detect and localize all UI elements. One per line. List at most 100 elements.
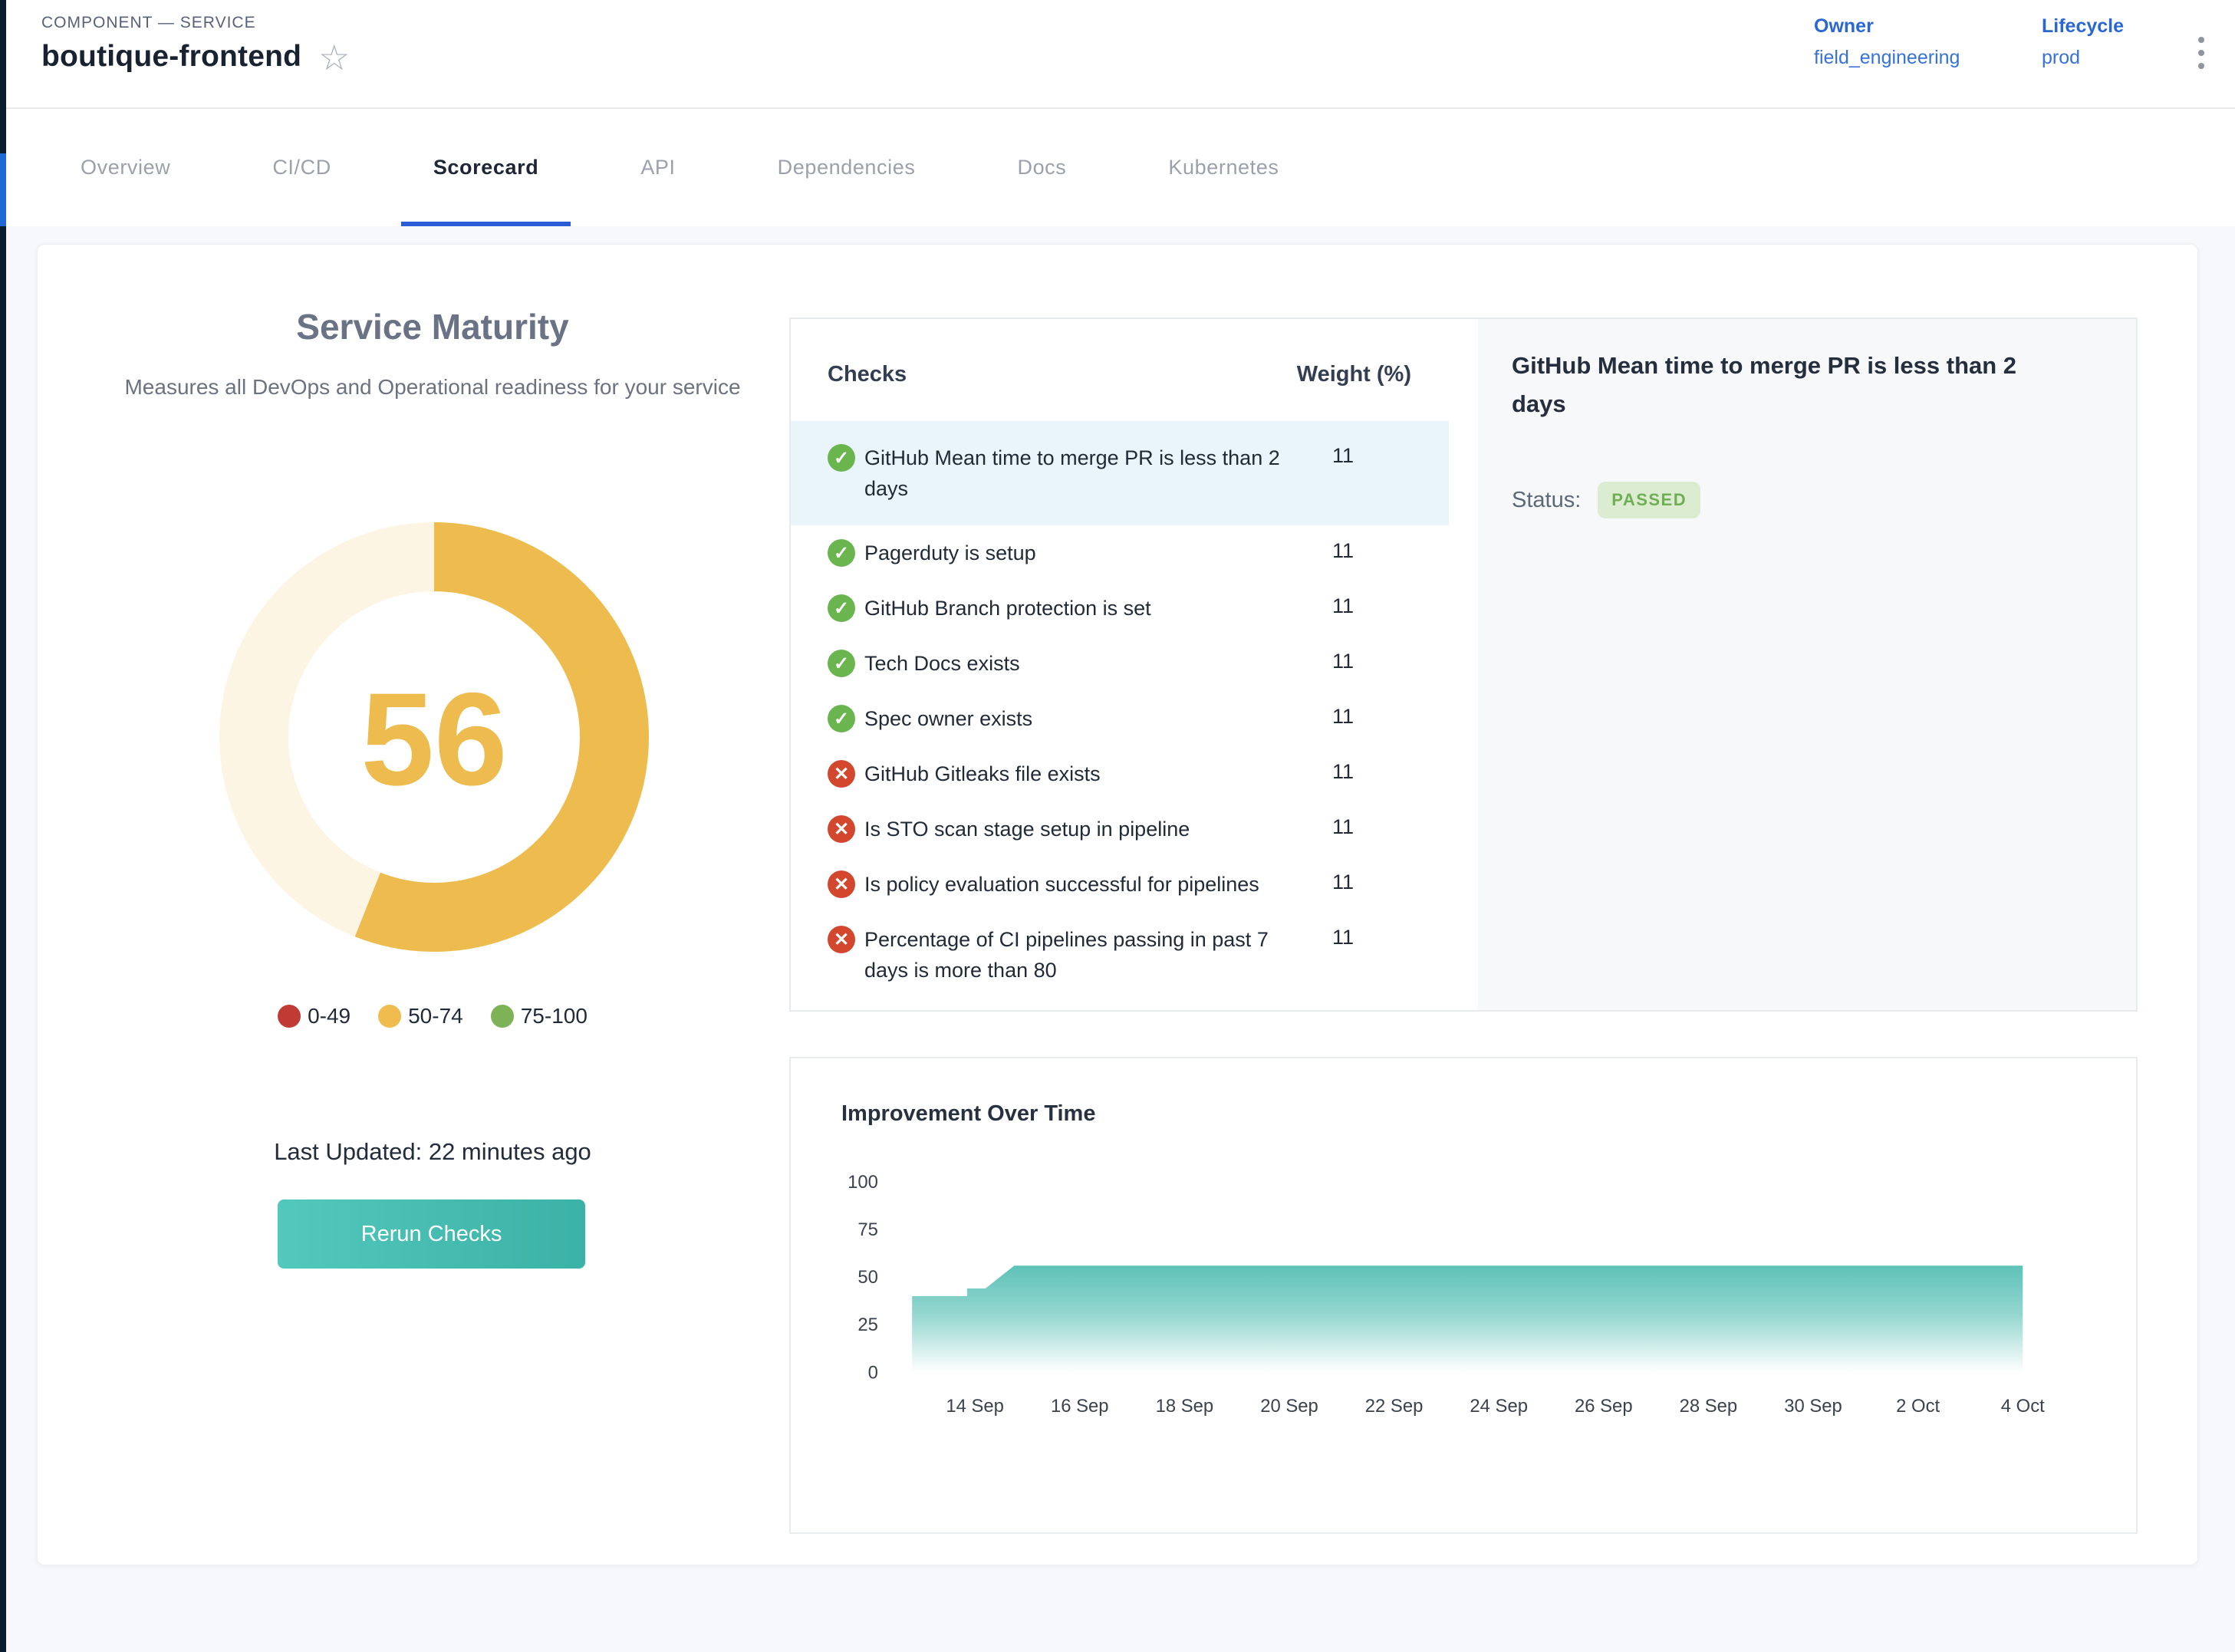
entity-header: COMPONENT — SERVICE boutique-frontend ☆ … — [6, 0, 2235, 109]
x-tick-label: 30 Sep — [1784, 1396, 1842, 1417]
y-tick-label: 50 — [857, 1267, 878, 1288]
check-row[interactable]: ✕ Percentage of CI pipelines passing in p… — [791, 912, 1449, 998]
check-failed-icon: ✕ — [828, 760, 855, 788]
legend-label: 50-74 — [408, 1004, 463, 1028]
x-tick-label: 26 Sep — [1575, 1396, 1633, 1417]
check-label: Tech Docs exists — [864, 648, 1303, 679]
x-tick-label: 4 Oct — [2001, 1396, 2045, 1417]
check-weight: 11 — [1332, 650, 1354, 673]
legend-item-0-49: 0-49 — [278, 1004, 351, 1028]
x-tick-label: 28 Sep — [1680, 1396, 1738, 1417]
legend-label: 75-100 — [521, 1004, 588, 1028]
x-tick-label: 24 Sep — [1470, 1396, 1528, 1417]
check-status-row: Status: PASSED — [1512, 482, 1700, 518]
check-detail-title: GitHub Mean time to merge PR is less tha… — [1512, 347, 2049, 423]
legend-item-50-74: 50-74 — [378, 1004, 463, 1028]
x-tick-label: 16 Sep — [1051, 1396, 1109, 1417]
check-row[interactable]: ✕GitHub Gitleaks file exists11 — [791, 746, 1449, 801]
lifecycle-label: Lifecycle — [2042, 15, 2124, 38]
last-updated-text: Last Updated: 22 minutes ago — [53, 1138, 812, 1166]
check-label: Is STO scan stage setup in pipeline — [864, 814, 1303, 844]
app-window: COMPONENT — SERVICE boutique-frontend ☆ … — [0, 0, 2235, 1652]
y-tick-label: 25 — [857, 1315, 878, 1335]
check-passed-icon: ✓ — [828, 444, 855, 472]
entity-title-row: boutique-frontend ☆ — [41, 38, 350, 75]
check-label: Is policy evaluation successful for pipe… — [864, 869, 1303, 900]
tab-docs[interactable]: Docs — [1017, 109, 1066, 226]
legend-item-75-100: 75-100 — [491, 1004, 588, 1028]
check-row[interactable]: ✕ Is STO scan stage setup in pipeline 11 — [791, 801, 1449, 857]
score-value: 56 — [360, 666, 507, 813]
check-passed-icon: ✓ — [828, 594, 855, 622]
tab-api[interactable]: API — [640, 109, 675, 226]
check-passed-icon: ✓ — [828, 650, 855, 677]
y-tick-label: 100 — [848, 1172, 878, 1193]
check-weight: 11 — [1332, 870, 1354, 894]
score-legend: 0-49 50-74 75-100 — [53, 1004, 812, 1028]
check-label: Spec owner exists — [864, 703, 1303, 734]
x-tick-label: 18 Sep — [1156, 1396, 1214, 1417]
check-weight: 11 — [1332, 926, 1354, 949]
check-row[interactable]: ✓ GitHub Branch protection is set 11 — [791, 581, 1449, 636]
check-row[interactable]: ✓ Tech Docs exists 11 — [791, 636, 1449, 691]
kebab-menu-icon[interactable] — [2194, 32, 2209, 74]
check-label: Pagerduty is setup — [864, 538, 1303, 568]
check-label: Percentage of CI pipelines passing in pa… — [864, 924, 1303, 986]
x-tick-label: 14 Sep — [946, 1396, 1004, 1417]
sidebar-scroll-indicator — [0, 153, 6, 226]
check-failed-icon: ✕ — [828, 815, 855, 843]
check-failed-icon: ✕ — [828, 870, 855, 898]
y-tick-label: 75 — [857, 1219, 878, 1240]
tab-kubernetes[interactable]: Kubernetes — [1168, 109, 1279, 226]
breadcrumb[interactable]: COMPONENT — SERVICE — [41, 14, 256, 32]
y-tick-label: 0 — [868, 1362, 878, 1383]
status-label: Status: — [1512, 488, 1581, 513]
owner-link[interactable]: field_engineering — [1814, 47, 1960, 69]
check-row[interactable]: ✓ Spec owner exists 11 — [791, 691, 1449, 746]
tab-scorecard[interactable]: Scorecard — [433, 109, 538, 226]
scorecard-title: Service Maturity — [53, 306, 812, 347]
improvement-area-chart: 0 25 50 75 100 14 Sep 16 Sep 18 Sep 20 Sep 22 Se… — [791, 1058, 2136, 1532]
legend-dot — [278, 1005, 301, 1028]
entity-tabs: Overview CI/CD Scorecard API Dependencies Doc… — [6, 109, 2235, 226]
check-passed-icon: ✓ — [828, 539, 855, 567]
scorecard-card: Service Maturity Measures all DevOps and… — [37, 244, 2198, 1565]
check-row[interactable]: ✕ Is policy evaluation successful for pip… — [791, 857, 1449, 912]
x-tick-label: 2 Oct — [1896, 1396, 1940, 1417]
check-weight: 11 — [1332, 815, 1354, 839]
checks-panel: Checks Weight (%) ✓ GitHub Mean time to m… — [789, 318, 2138, 1012]
legend-dot — [491, 1005, 514, 1028]
improvement-chart-title: Improvement Over Time — [841, 1101, 1095, 1127]
check-weight: 11 — [1332, 594, 1354, 618]
area-series — [912, 1265, 2023, 1372]
tab-overview[interactable]: Overview — [81, 109, 170, 226]
y-axis-ticks: 0 25 50 75 100 — [848, 1172, 878, 1383]
check-failed-icon: ✕ — [828, 926, 855, 953]
check-row[interactable]: ✓ GitHub Mean time to merge PR is less th… — [791, 421, 1449, 525]
improvement-chart-card: 0 25 50 75 100 14 Sep 16 Sep 18 Sep 20 Sep 22 Se… — [789, 1057, 2138, 1534]
check-label: GitHub Mean time to merge PR is less tha… — [864, 443, 1303, 504]
legend-label: 0-49 — [308, 1004, 351, 1028]
weight-column-header: Weight (%) — [1281, 362, 1411, 387]
check-detail-panel: GitHub Mean time to merge PR is less tha… — [1478, 319, 2136, 1010]
check-weight: 11 — [1332, 705, 1354, 729]
lifecycle-block: Lifecycle prod — [2042, 15, 2124, 69]
check-weight: 11 — [1332, 444, 1354, 468]
legend-dot — [378, 1005, 401, 1028]
checks-column-header: Checks — [828, 362, 907, 387]
content-area: Service Maturity Measures all DevOps and… — [6, 226, 2235, 1652]
check-weight: 11 — [1332, 760, 1354, 784]
tab-ci-cd[interactable]: CI/CD — [272, 109, 331, 226]
tab-dependencies[interactable]: Dependencies — [778, 109, 916, 226]
rerun-checks-button[interactable]: Rerun Checks — [278, 1200, 585, 1269]
favorite-star-icon[interactable]: ☆ — [318, 40, 350, 75]
check-row[interactable]: ✓Pagerduty is setup11 — [791, 525, 1449, 581]
x-tick-label: 20 Sep — [1260, 1396, 1318, 1417]
page-title: boutique-frontend — [41, 40, 301, 74]
status-badge: PASSED — [1598, 482, 1700, 518]
check-passed-icon: ✓ — [828, 705, 855, 732]
x-tick-label: 22 Sep — [1365, 1396, 1424, 1417]
check-label: GitHub Branch protection is set — [864, 593, 1303, 624]
lifecycle-value: prod — [2042, 47, 2124, 69]
collapsed-sidebar-edge — [0, 0, 6, 1652]
